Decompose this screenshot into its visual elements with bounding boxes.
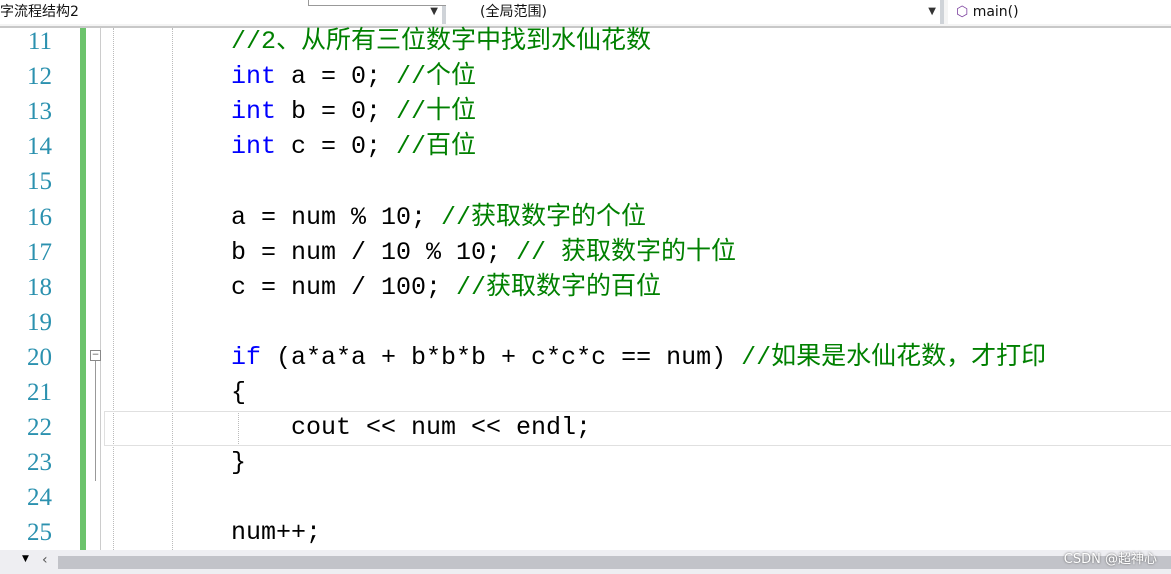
line-number: 25 <box>27 519 52 547</box>
line-number: 12 <box>27 63 52 91</box>
comment: //十位 <box>396 97 477 127</box>
keyword: if <box>231 342 262 372</box>
line-number: 20 <box>27 343 52 371</box>
line-number: 19 <box>27 308 52 336</box>
code-text: c = num / 100; <box>231 272 457 302</box>
line-number: 23 <box>27 449 52 477</box>
comment: //获取数字的个位 <box>441 202 647 232</box>
indent-guide <box>172 28 173 550</box>
code-text: a = 0; <box>276 62 397 92</box>
chevron-down-icon[interactable]: ▼ <box>22 554 29 564</box>
code-text: (a*a*a + b*b*b + c*c*c == num) <box>261 342 742 372</box>
code-line[interactable]: int a = 0; //个位 <box>231 59 476 94</box>
line-number: 21 <box>27 379 52 406</box>
code-line[interactable]: } <box>231 445 246 480</box>
code-line[interactable]: cout << num << endl; <box>231 410 591 445</box>
comment: // 获取数字的十位 <box>516 237 737 267</box>
function-cube-icon: ⬡ <box>956 4 969 20</box>
gutter-divider <box>100 28 101 550</box>
code-text: } <box>231 448 247 478</box>
code-line[interactable]: num++; <box>231 515 321 550</box>
keyword: int <box>231 97 277 127</box>
change-tracking-bar <box>80 28 86 550</box>
comment: //如果是水仙花数，才打印 <box>741 342 1047 372</box>
code-text: cout << num << endl; <box>231 413 592 443</box>
comment: //2、从所有三位数字中找到水仙花数 <box>231 27 652 56</box>
code-text: c = 0; <box>276 132 397 162</box>
code-line[interactable]: int b = 0; //十位 <box>231 94 476 129</box>
line-number: 18 <box>27 273 52 301</box>
watermark: CSDN @超神心 <box>1063 552 1157 567</box>
code-text: b = num / 10 % 10; <box>231 237 517 267</box>
code-line[interactable]: { <box>231 375 246 410</box>
comment: //百位 <box>396 132 477 162</box>
code-line[interactable]: int c = 0; //百位 <box>231 129 476 164</box>
code-text: { <box>231 378 247 407</box>
line-number: 16 <box>27 203 52 231</box>
comment: //获取数字的百位 <box>456 272 662 302</box>
keyword: int <box>231 132 277 162</box>
comment: //个位 <box>396 62 477 92</box>
code-line[interactable]: a = num % 10; //获取数字的个位 <box>231 200 646 235</box>
line-number: 11 <box>27 28 52 55</box>
collapse-icon[interactable]: − <box>90 350 101 361</box>
code-line[interactable]: if (a*a*a + b*b*b + c*c*c == num) //如果是水… <box>231 340 1046 375</box>
indent-guide <box>113 28 114 550</box>
horizontal-scrollbar[interactable]: ▼ ‹ <box>0 550 1171 574</box>
code-text: num++; <box>231 518 322 548</box>
project-name: 字流程结构2 <box>0 4 79 20</box>
code-line[interactable]: //2、从所有三位数字中找到水仙花数 <box>231 24 651 59</box>
code-line[interactable]: c = num / 100; //获取数字的百位 <box>231 270 661 305</box>
code-text: b = 0; <box>276 97 397 127</box>
code-text: a = num % 10; <box>231 202 442 232</box>
line-number: 14 <box>27 133 52 161</box>
function-dropdown[interactable]: ⬡ main() <box>948 0 1171 24</box>
function-label: main() <box>972 4 1019 20</box>
keyword: int <box>231 62 277 92</box>
line-number: 24 <box>27 484 52 512</box>
line-number: 22 <box>27 414 52 442</box>
line-number: 15 <box>27 168 52 196</box>
code-line[interactable]: b = num / 10 % 10; // 获取数字的十位 <box>231 235 736 270</box>
scope-dropdown[interactable]: (全局范围) ▼ <box>446 0 944 24</box>
line-number: 13 <box>27 98 52 126</box>
chevron-down-icon: ▼ <box>928 6 936 17</box>
scroll-left-icon[interactable]: ‹ <box>42 552 48 568</box>
fold-line <box>95 361 96 481</box>
line-number: 17 <box>27 238 52 266</box>
scope-label: (全局范围) <box>480 4 547 20</box>
scrollbar-thumb[interactable] <box>58 556 1171 569</box>
